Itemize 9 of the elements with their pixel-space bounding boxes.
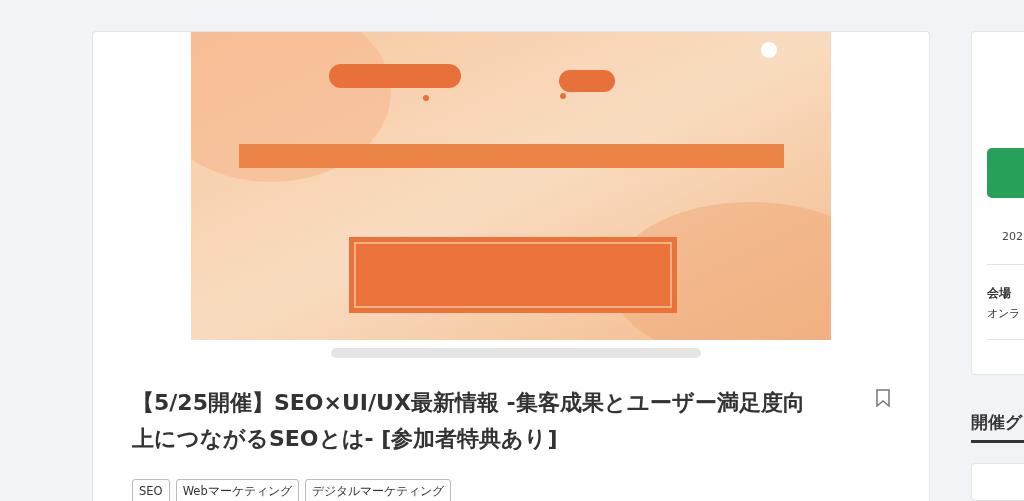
tag[interactable]: SEO [132, 479, 170, 501]
tag[interactable]: デジタルマーケティング [304, 479, 451, 501]
bookmark-icon[interactable] [876, 389, 890, 407]
event-date: 202 [1001, 230, 1024, 245]
section-heading: 開催グ [971, 411, 1024, 444]
venue-value: オンラ [987, 306, 1021, 321]
tag[interactable]: Webマーケティング [175, 479, 299, 501]
venue-label: 会場 [987, 285, 1012, 302]
event-title: 【5/25開催】SEO×UI/UX最新情報 -集客成果とユーザー満足度向上につながるSEOとは- [参加者特典あり] [132, 389, 806, 453]
